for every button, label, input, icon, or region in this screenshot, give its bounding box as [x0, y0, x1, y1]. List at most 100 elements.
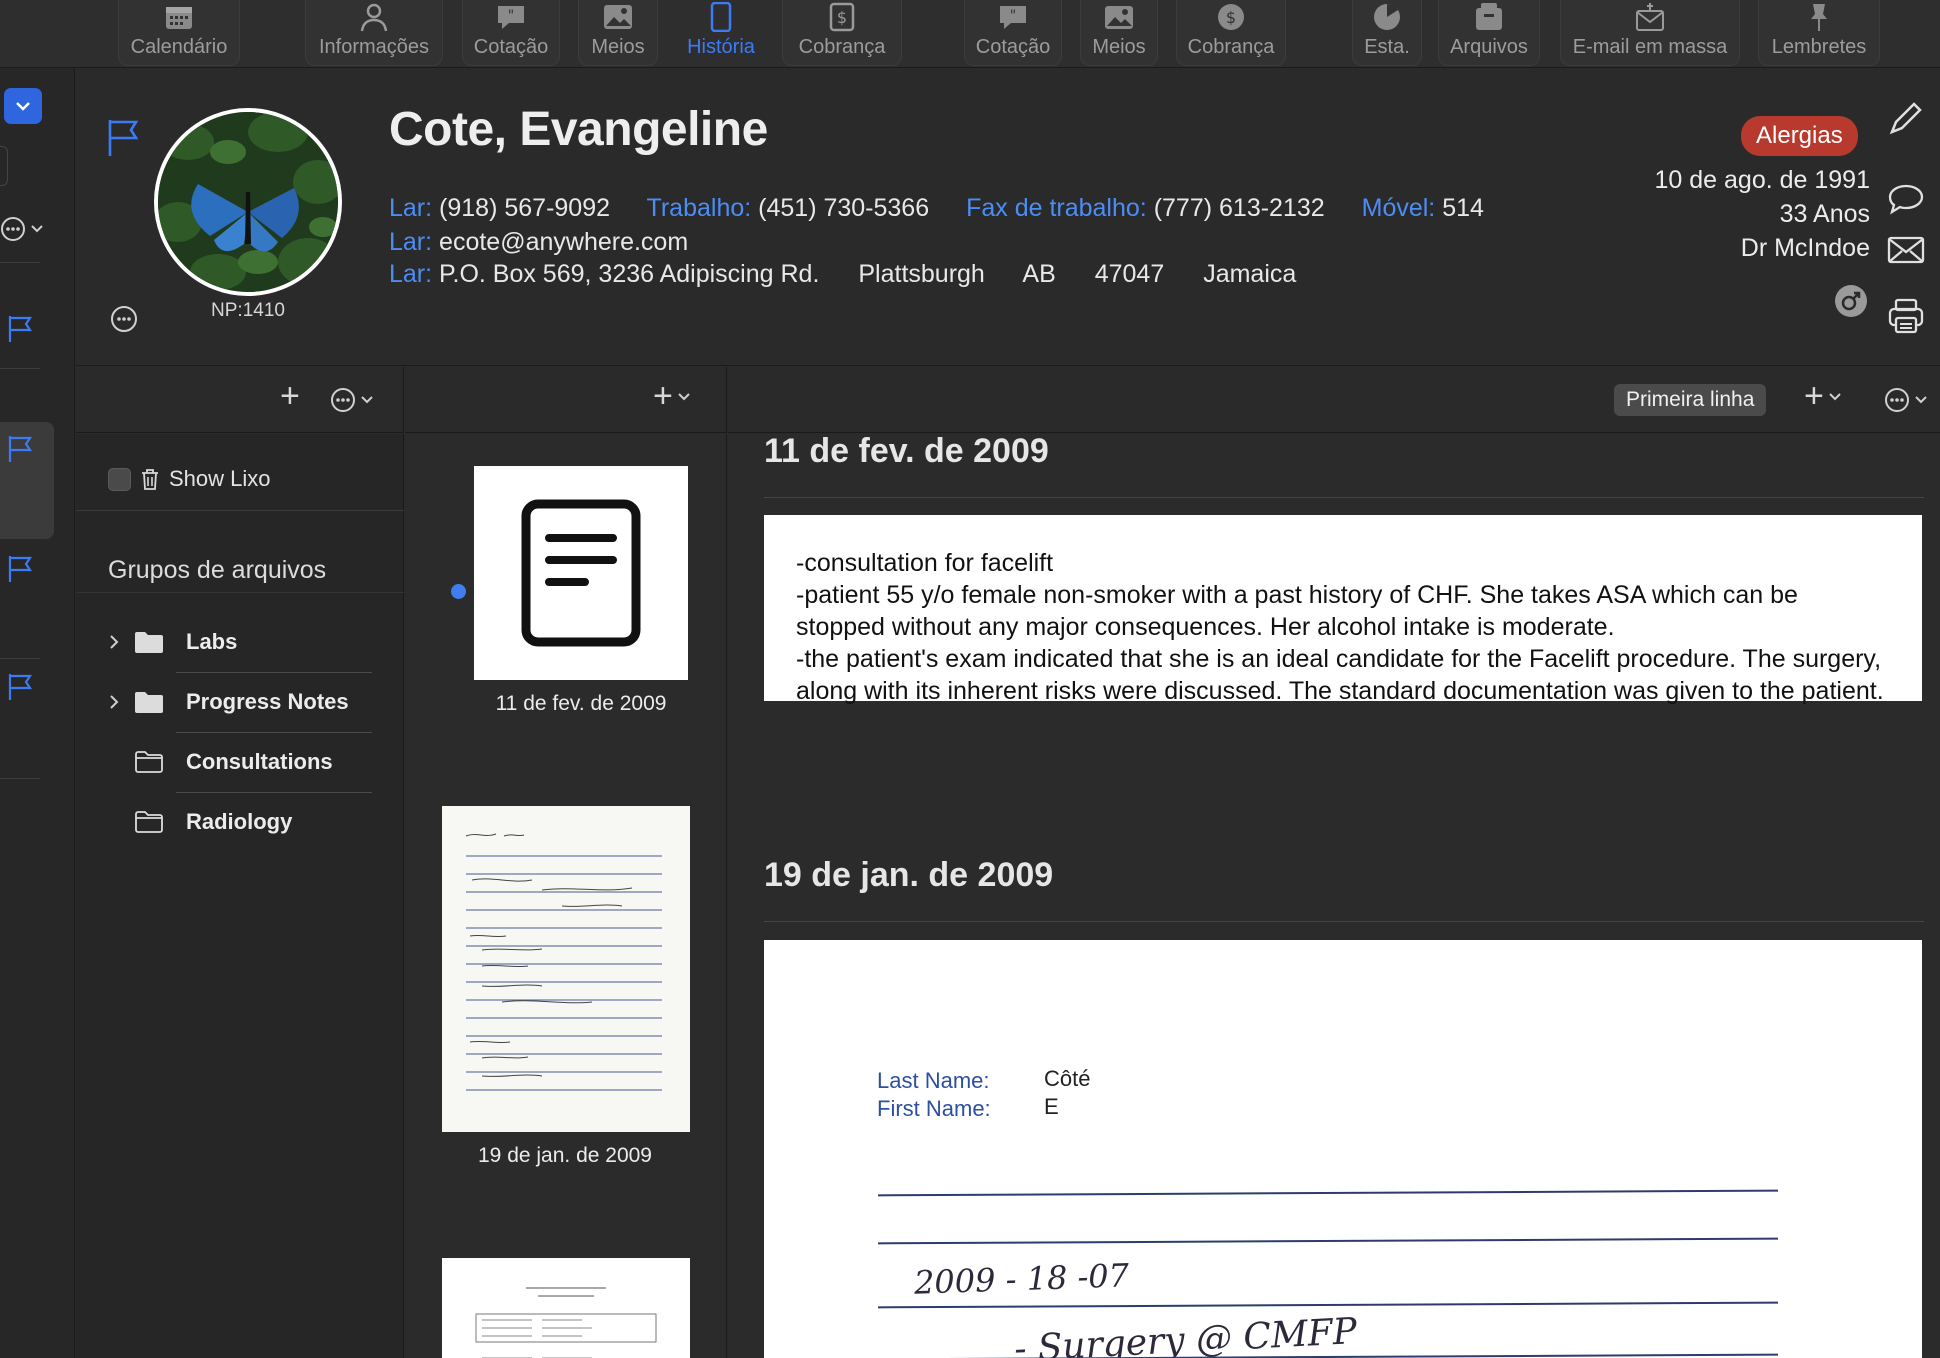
chevron-down-icon: [1915, 396, 1927, 404]
scan-last-name: Côté: [1044, 1066, 1091, 1091]
file-groups-title: Grupos de arquivos: [108, 556, 327, 584]
ruled-line: [878, 1301, 1778, 1309]
patient-name: Cote, Evangeline: [389, 103, 768, 156]
address-region[interactable]: AB: [1022, 260, 1055, 288]
patient-avatar[interactable]: [154, 108, 342, 296]
consultation-note[interactable]: -consultation for facelift -patient 55 y…: [764, 515, 1922, 705]
rail-dropdown-button[interactable]: [4, 88, 42, 124]
group-label: Progress Notes: [186, 689, 349, 714]
calendar-icon: [162, 2, 196, 32]
fax-work-value[interactable]: (777) 613-2132: [1154, 194, 1325, 222]
scan-last-name-label: Last Name:: [877, 1068, 990, 1093]
quote-bubble-icon: ": [996, 2, 1030, 32]
ellipsis-circle-icon: [331, 388, 355, 412]
phone-mobile-value[interactable]: 514: [1442, 194, 1484, 222]
chat-bubble-icon[interactable]: [1886, 180, 1926, 220]
svg-text:": ": [1010, 8, 1016, 24]
note-line: -patient 55 y/o female non-smoker with a…: [796, 581, 1798, 641]
tablet-icon: [704, 2, 738, 32]
toolbar-bulk-mail-button[interactable]: E-mail em massa: [1560, 0, 1740, 66]
group-label: Labs: [186, 629, 238, 654]
phone-row: Lar: (918) 567-9092 Trabalho: (451) 730-…: [389, 194, 1641, 230]
phone-work-value[interactable]: (451) 730-5366: [758, 194, 929, 222]
ruled-line: [878, 1353, 1778, 1358]
group-item-labs[interactable]: Labs: [104, 612, 374, 672]
thumbnail-scan[interactable]: [442, 806, 690, 1132]
butterfly-photo: [158, 112, 338, 292]
envelope-icon[interactable]: [1886, 230, 1926, 270]
entry-date-heading: 19 de jan. de 2009: [764, 856, 1054, 894]
group-item-progress-notes[interactable]: Progress Notes: [104, 672, 374, 732]
toolbar-media-button[interactable]: Meios: [578, 0, 658, 66]
toolbar-files-button[interactable]: Arquivos: [1438, 0, 1540, 66]
toolbar-billing-button[interactable]: $ Cobrança: [782, 0, 902, 66]
patient-doctor: Dr McIndoe: [1740, 234, 1870, 262]
toolbar-quote2-label: Cotação: [975, 36, 1051, 58]
printer-icon[interactable]: [1886, 296, 1926, 336]
group-item-consultations[interactable]: Consultations: [104, 732, 374, 792]
show-trash-toggle[interactable]: Show Lixo: [108, 466, 271, 492]
rail-more-button[interactable]: [0, 216, 44, 242]
address-country[interactable]: Jamaica: [1203, 260, 1296, 288]
toolbar-billing-label: Cobrança: [798, 36, 886, 58]
flag-icon[interactable]: [6, 314, 36, 344]
toolbar-billing2-label: Cobrança: [1187, 36, 1275, 58]
address-street[interactable]: P.O. Box 569, 3236 Adipiscing Rd.: [439, 260, 819, 288]
flag-icon[interactable]: [6, 434, 36, 464]
rail-divider: [0, 368, 40, 369]
add-group-button[interactable]: +: [280, 377, 300, 416]
toolbar-quote-label: Cotação: [473, 36, 549, 58]
pencil-icon[interactable]: [1886, 98, 1926, 138]
chevron-right-icon[interactable]: [104, 694, 124, 710]
toolbar-calendar-button[interactable]: Calendário: [118, 0, 240, 66]
ellipsis-circle-icon[interactable]: [110, 305, 138, 333]
chevron-right-icon[interactable]: [104, 634, 124, 650]
allergy-badge[interactable]: Alergias: [1741, 116, 1858, 156]
scanned-progress-note[interactable]: Last Name: Côté First Name: E 2009 - 18 …: [764, 940, 1922, 1358]
document-thumbnails-pane: 11 de fev. de 2009 19 de jan. de 2009: [405, 434, 727, 1358]
folder-outline-icon: [135, 811, 163, 833]
group-item-radiology[interactable]: Radiology: [104, 792, 374, 852]
show-trash-checkbox[interactable]: [108, 467, 131, 491]
folder-outline-icon: [135, 751, 163, 773]
chevron-down-icon: [31, 225, 43, 233]
toolbar-quote-button[interactable]: " Cotação: [462, 0, 560, 66]
show-trash-label: Show Lixo: [169, 466, 271, 491]
flag-icon[interactable]: [6, 554, 36, 584]
email-label: Lar:: [389, 228, 433, 256]
toolbar-billing2-button[interactable]: $ Cobrança: [1176, 0, 1286, 66]
toolbar-calendar-label: Calendário: [130, 36, 228, 58]
folder-filled-icon: [135, 632, 163, 653]
address-row: Lar: P.O. Box 569, 3236 Adipiscing Rd. P…: [389, 260, 1296, 289]
folder-filled-icon: [135, 692, 163, 713]
groups-more-button[interactable]: [330, 387, 374, 413]
scan-first-name-label: First Name:: [877, 1096, 991, 1121]
toolbar-history-button[interactable]: História: [674, 0, 768, 66]
flag-icon[interactable]: [6, 672, 36, 702]
toolbar-media2-button[interactable]: Meios: [1080, 0, 1158, 66]
bulk-mail-icon: [1633, 2, 1667, 32]
phone-home-value[interactable]: (918) 567-9092: [439, 194, 610, 222]
archive-box-icon: [1472, 2, 1506, 32]
email-row: Lar: ecote@anywhere.com: [389, 228, 688, 257]
file-groups-pane: Show Lixo Grupos de arquivos Labs Progre…: [76, 434, 404, 1358]
email-value[interactable]: ecote@anywhere.com: [439, 228, 688, 256]
thumbnail-form[interactable]: [442, 1258, 690, 1358]
toolbar-stats-button[interactable]: Esta.: [1352, 0, 1422, 66]
toolbar-reminders-button[interactable]: Lembretes: [1758, 0, 1880, 66]
thumbnail-date: 11 de fev. de 2009: [495, 692, 667, 715]
content-more-button[interactable]: [1884, 387, 1928, 413]
entry-date-divider: [764, 497, 1924, 498]
first-line-button[interactable]: Primeira linha: [1614, 384, 1767, 416]
thumbnail-note[interactable]: [474, 466, 688, 680]
toolbar-quote2-button[interactable]: " Cotação: [964, 0, 1062, 66]
add-entry-button[interactable]: +: [1804, 377, 1842, 416]
plus-icon: +: [653, 377, 673, 415]
address-postal[interactable]: 47047: [1095, 260, 1165, 288]
flag-icon[interactable]: [106, 118, 142, 158]
rail-collapsed-field[interactable]: [0, 146, 8, 186]
plus-icon: +: [1804, 377, 1824, 415]
toolbar-info-button[interactable]: Informações: [305, 0, 443, 66]
address-city[interactable]: Plattsburgh: [858, 260, 984, 288]
add-document-button[interactable]: +: [653, 377, 691, 416]
